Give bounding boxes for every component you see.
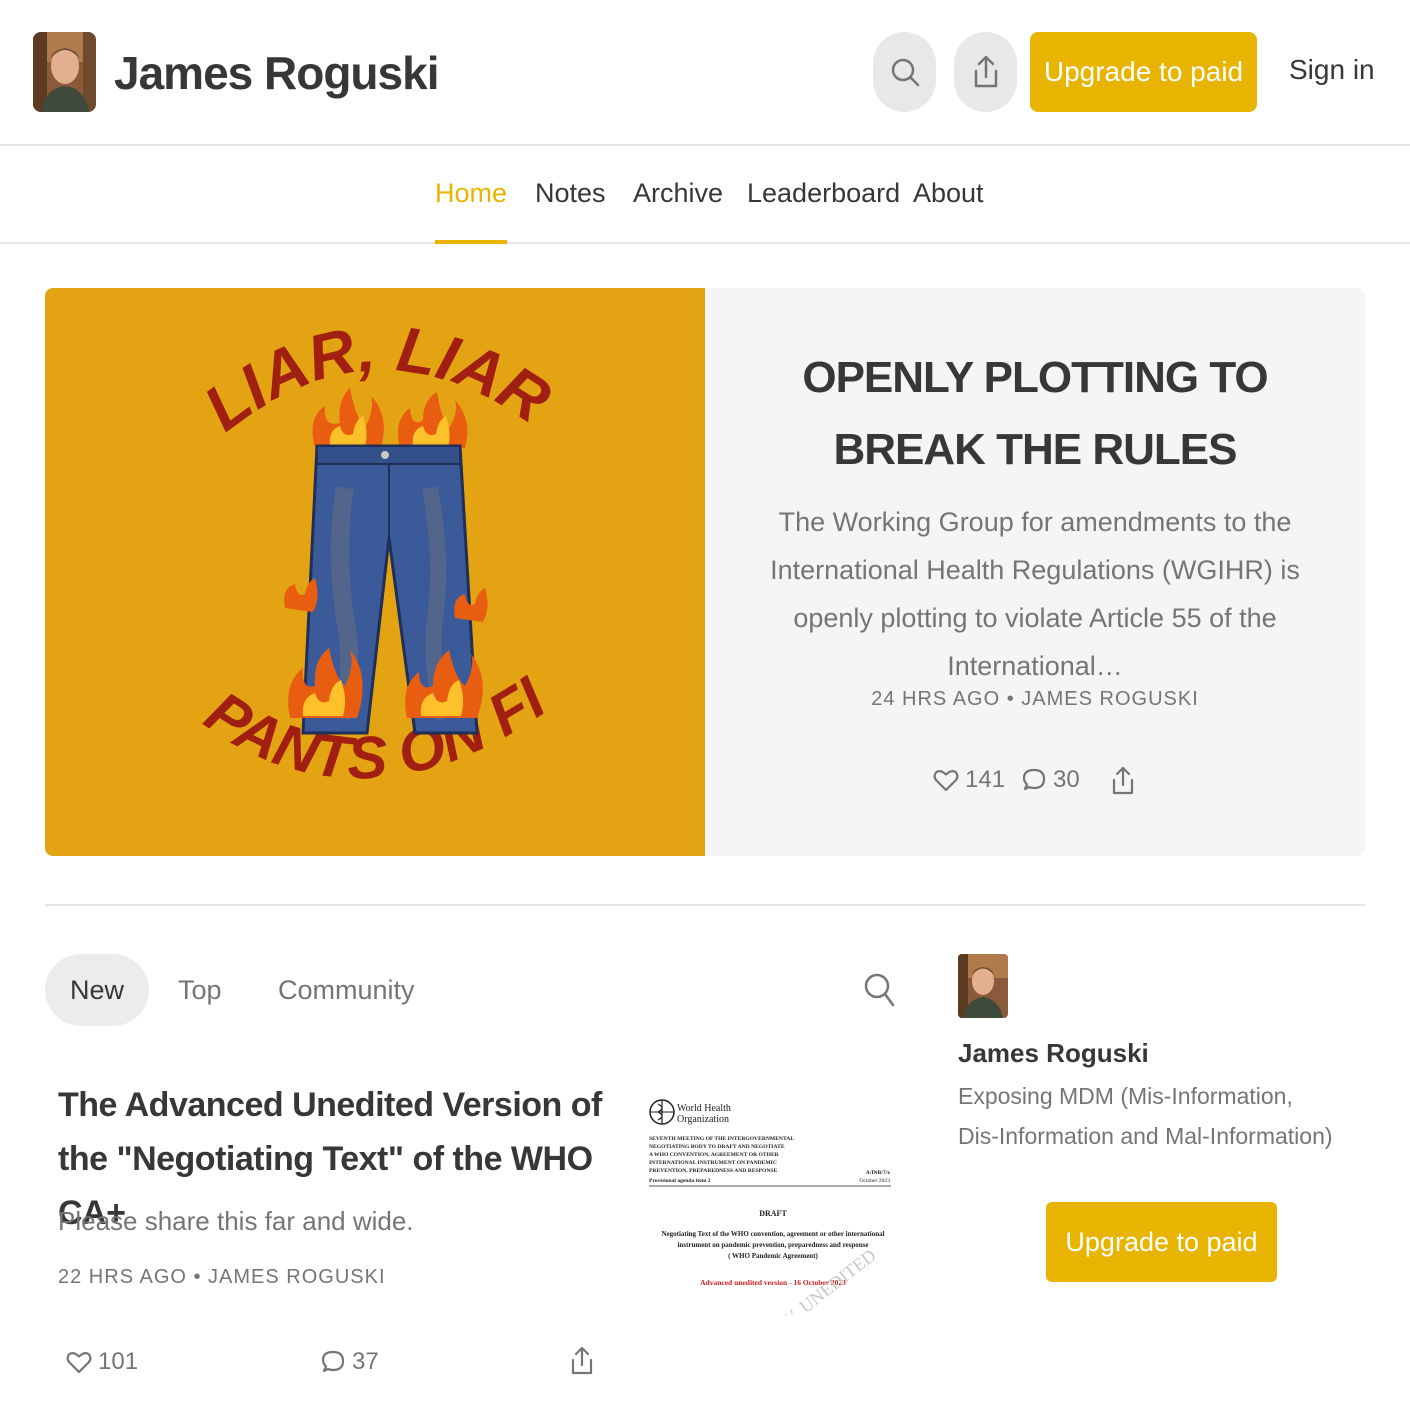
search-icon bbox=[864, 973, 895, 1007]
nav-leaderboard[interactable]: Leaderboard bbox=[747, 178, 900, 244]
like-count: 141 bbox=[965, 766, 1006, 793]
section-divider bbox=[45, 904, 1365, 906]
main-nav: Home Notes Archive Leaderboard About bbox=[0, 146, 1410, 244]
thumb-meeting-line: A WHO CONVENTION, AGREEMENT OR OTHER bbox=[649, 1152, 780, 1158]
tab-top[interactable]: Top bbox=[178, 954, 222, 1026]
share-icon bbox=[974, 55, 997, 88]
hero-image-text-top: LIAR, LIAR, bbox=[45, 288, 563, 444]
comment-button[interactable]: 30 bbox=[1021, 766, 1080, 794]
featured-post-text: OPENLY PLOTTING TO BREAK THE RULES The W… bbox=[705, 288, 1365, 856]
sidebar-description: Exposing MDM (Mis-Information, Dis-Infor… bbox=[958, 1083, 1333, 1149]
thumb-doc-code: A/INB/7/x bbox=[866, 1170, 890, 1176]
share-button[interactable] bbox=[954, 32, 1017, 112]
nav-about[interactable]: About bbox=[913, 178, 984, 244]
featured-post-subtitle: The Working Group for amendments to the … bbox=[770, 507, 1300, 681]
heart-icon bbox=[933, 770, 959, 792]
post-search-button[interactable] bbox=[862, 970, 896, 1013]
heart-icon bbox=[66, 1352, 92, 1374]
comment-icon bbox=[321, 1350, 345, 1373]
thumb-negotiating-line: instrument on pandemic prevention, prepa… bbox=[677, 1241, 868, 1249]
nav-notes[interactable]: Notes bbox=[535, 178, 606, 244]
featured-post[interactable]: LIAR, LIAR, PANTS ON FIRE bbox=[45, 288, 1365, 856]
like-button[interactable]: 101 bbox=[66, 1348, 138, 1376]
author-avatar[interactable] bbox=[33, 32, 96, 112]
thumb-meeting-line: PREVENTION, PREPAREDNESS AND RESPONSE bbox=[649, 1168, 778, 1174]
search-button[interactable] bbox=[873, 32, 936, 112]
publication-title[interactable]: James Roguski bbox=[114, 46, 439, 100]
thumb-org-line1: World Health bbox=[677, 1103, 731, 1114]
sidebar-author-name[interactable]: James Roguski bbox=[958, 1038, 1149, 1069]
who-logo-icon bbox=[649, 1099, 675, 1125]
share-icon bbox=[1112, 766, 1134, 795]
post-meta: 22 HRS AGO • JAMES ROGUSKI bbox=[58, 1266, 386, 1288]
tab-community[interactable]: Community bbox=[278, 954, 415, 1026]
site-header: James Roguski Upgrade to paid Sign in bbox=[0, 0, 1410, 146]
comment-icon bbox=[1022, 768, 1046, 791]
thumb-meeting-line: NEGOTIATING BODY TO DRAFT AND NEGOTIATE bbox=[649, 1144, 785, 1150]
tab-new[interactable]: New bbox=[45, 954, 150, 1026]
share-icon bbox=[571, 1346, 593, 1375]
search-icon bbox=[891, 58, 919, 87]
flame-icon bbox=[312, 388, 468, 448]
thumb-negotiating-line: ( WHO Pandemic Agreement) bbox=[728, 1252, 818, 1260]
sidebar-avatar[interactable] bbox=[958, 954, 1008, 1018]
nav-archive[interactable]: Archive bbox=[633, 178, 723, 244]
thumb-meeting-line: Provisional agenda item 2 bbox=[649, 1178, 711, 1184]
nav-home[interactable]: Home bbox=[435, 178, 508, 244]
share-button[interactable] bbox=[1111, 766, 1135, 796]
sidebar-upgrade-button[interactable]: Upgrade to paid bbox=[1046, 1202, 1277, 1282]
upgrade-to-paid-button[interactable]: Upgrade to paid bbox=[1030, 32, 1257, 112]
thumb-meeting-line: SEVENTH MEETING OF THE INTERGOVERNMENTAL bbox=[649, 1136, 794, 1142]
thumb-meeting-line: INTERNATIONAL INSTRUMENT ON PANDEMIC bbox=[649, 1160, 777, 1166]
thumb-doc-date: October 2023 bbox=[859, 1178, 890, 1184]
like-count: 101 bbox=[98, 1348, 139, 1375]
featured-post-actions: 141 30 bbox=[933, 766, 1163, 806]
featured-post-title[interactable]: OPENLY PLOTTING TO BREAK THE RULES bbox=[745, 342, 1325, 486]
thumb-org-line2: Organization bbox=[677, 1114, 729, 1125]
thumb-negotiating-line: Negotiating Text of the WHO convention, … bbox=[661, 1230, 884, 1238]
share-button[interactable] bbox=[570, 1346, 594, 1376]
comment-count: 30 bbox=[1053, 766, 1080, 793]
post-subtitle: Please share this far and wide. bbox=[58, 1206, 414, 1236]
featured-post-meta: 24 HRS AGO • JAMES ROGUSKI bbox=[871, 688, 1199, 710]
comment-button[interactable]: 37 bbox=[320, 1348, 379, 1376]
thumb-draft: DRAFT bbox=[759, 1209, 787, 1218]
like-button[interactable]: 141 bbox=[933, 766, 1005, 794]
sign-in-link[interactable]: Sign in bbox=[1289, 54, 1375, 86]
comment-count: 37 bbox=[352, 1348, 379, 1375]
featured-post-image[interactable]: LIAR, LIAR, PANTS ON FIRE bbox=[45, 288, 705, 856]
post-thumbnail[interactable]: World Health Organization SEVENTH MEETIN… bbox=[640, 1090, 900, 1315]
